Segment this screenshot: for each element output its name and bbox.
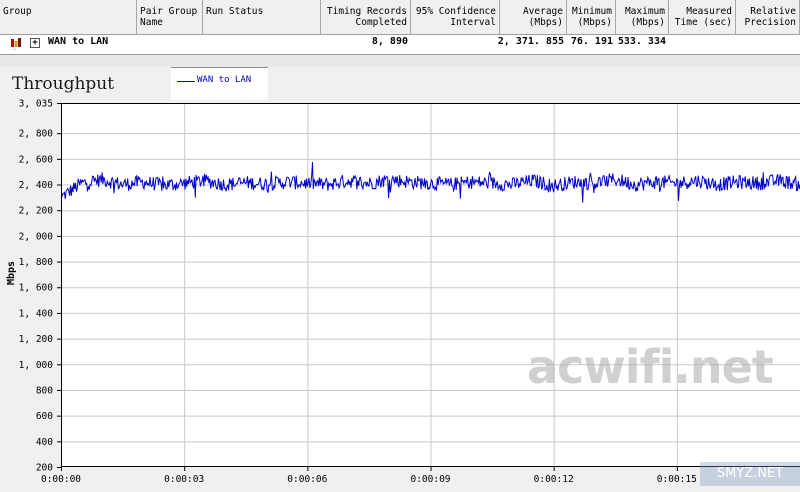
throughput-chart: 3, 035 2, 800 2, 600 2, 400 2, 200 2, 000 1, 8… xyxy=(19,99,800,485)
y-tick-label: 1, 000 xyxy=(19,360,54,371)
y-tick-label: 1, 400 xyxy=(19,308,54,319)
y-tick-label: 1, 200 xyxy=(19,334,54,345)
y-tick-label: 2, 200 xyxy=(19,206,54,217)
y-tick-labels: 3, 035 2, 800 2, 600 2, 400 2, 200 2, 000 1, 8… xyxy=(19,99,61,474)
y-tick-label: 400 xyxy=(36,437,53,448)
y-tick-label: 200 xyxy=(36,463,53,474)
watermark-acwifi: acwifi.net xyxy=(527,340,774,394)
y-tick-label: 1, 600 xyxy=(19,283,54,294)
x-tick-label: 0:00:00 xyxy=(41,474,81,485)
y-tick-label: 2, 000 xyxy=(19,231,54,242)
y-tick-label: 600 xyxy=(36,411,53,422)
y-tick-label: 800 xyxy=(36,385,53,396)
x-tick-labels: 0:00:00 0:00:03 0:00:06 0:00:09 0:00:12 0:00:… xyxy=(41,467,697,485)
y-tick-label: 2, 400 xyxy=(19,180,54,191)
y-tick-label: 2, 600 xyxy=(19,154,54,165)
x-tick-label: 0:00:15 xyxy=(657,474,697,485)
x-tick-label: 0:00:03 xyxy=(164,474,204,485)
watermark-smyz: SMYZ.NET xyxy=(700,462,800,486)
x-tick-label: 0:00:06 xyxy=(287,474,327,485)
y-tick-label: 3, 035 xyxy=(19,99,53,110)
y-tick-label: 2, 800 xyxy=(19,129,54,140)
y-tick-label: 1, 800 xyxy=(19,257,54,268)
x-tick-label: 0:00:12 xyxy=(534,474,574,485)
x-tick-label: 0:00:09 xyxy=(410,474,450,485)
